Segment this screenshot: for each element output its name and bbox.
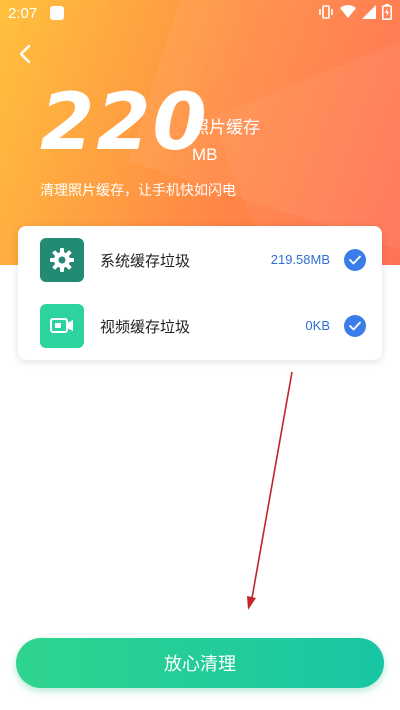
wifi-icon: [340, 5, 356, 18]
clean-button[interactable]: 放心清理: [16, 638, 384, 688]
video-icon: [40, 304, 84, 348]
checkbox-checked[interactable]: [344, 249, 366, 271]
check-icon: [349, 321, 361, 331]
list-item-size: 0KB: [305, 318, 330, 333]
battery-icon: [382, 4, 392, 20]
notification-icon: [50, 6, 64, 20]
cache-type-label: 照片缓存: [192, 118, 260, 138]
list-item-video-cache[interactable]: 视频缓存垃圾 0KB: [18, 296, 382, 358]
list-item-label: 视频缓存垃圾: [100, 318, 191, 336]
status-time: 2:07: [8, 5, 38, 22]
list-item-label: 系统缓存垃圾: [100, 252, 191, 270]
checkbox-checked[interactable]: [344, 315, 366, 337]
check-icon: [349, 255, 361, 265]
junk-list-card: 系统缓存垃圾 219.58MB 视频缓存垃圾 0KB: [18, 226, 382, 360]
status-bar: 2:07: [0, 0, 400, 28]
vibrate-icon: [319, 5, 333, 19]
chevron-left-icon: [19, 44, 31, 64]
hero-subtitle: 清理照片缓存，让手机快如闪电: [40, 183, 236, 199]
cache-size-unit: MB: [192, 145, 218, 164]
back-button[interactable]: [14, 42, 38, 66]
list-item-size: 219.58MB: [270, 252, 330, 267]
signal-icon: [362, 5, 376, 19]
cache-size-number: 220: [40, 78, 209, 168]
list-item-system-cache[interactable]: 系统缓存垃圾 219.58MB: [18, 230, 382, 292]
gear-icon: [40, 238, 84, 282]
